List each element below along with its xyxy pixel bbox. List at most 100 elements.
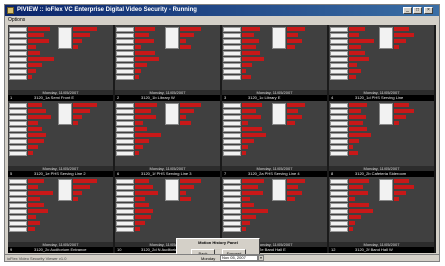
menu-options[interactable]: Options (8, 16, 25, 24)
camera-feed[interactable] (115, 177, 220, 242)
camera-feed[interactable] (222, 101, 327, 166)
time-slot[interactable] (223, 209, 241, 214)
camera-cell[interactable]: Monday, 11/05/2007 8 3120_2b Cafeteria Sid… (329, 101, 434, 177)
time-slot[interactable] (9, 33, 27, 38)
camera-cell[interactable]: Monday, 11/05/2007 7 3120_2a PHS Serving L… (222, 101, 327, 177)
time-slot[interactable] (116, 179, 134, 184)
time-slot[interactable] (330, 63, 348, 68)
camera-cell[interactable]: Monday, 11/05/2007 1 3120_1a Semi Front E (8, 25, 113, 101)
time-slot[interactable] (223, 191, 241, 196)
maximize-button[interactable]: □ (413, 7, 422, 14)
camera-cell[interactable]: Monday, 11/05/2007 4 3120_1d PHS Serving L… (329, 25, 434, 101)
time-slot[interactable] (330, 133, 348, 138)
time-slot[interactable] (9, 103, 27, 108)
camera-feed[interactable] (329, 101, 434, 166)
time-slot[interactable] (9, 185, 27, 190)
time-slot[interactable] (330, 39, 348, 44)
time-slot[interactable] (330, 33, 348, 38)
close-button[interactable]: × (424, 7, 433, 14)
time-slot[interactable] (330, 109, 348, 114)
time-slot[interactable] (9, 227, 27, 232)
time-slot[interactable] (223, 51, 241, 56)
time-slot[interactable] (116, 69, 134, 74)
camera-cell[interactable]: Monday, 11/05/2007 3 3120_1c Library E (222, 25, 327, 101)
time-slot[interactable] (223, 185, 241, 190)
time-slot[interactable] (116, 109, 134, 114)
time-slot[interactable] (223, 57, 241, 62)
time-slot[interactable] (116, 103, 134, 108)
camera-feed[interactable] (8, 25, 113, 90)
time-slot[interactable] (223, 27, 241, 32)
time-slot[interactable] (223, 127, 241, 132)
time-slot[interactable] (9, 127, 27, 132)
time-slot[interactable] (223, 145, 241, 150)
time-slot[interactable] (330, 197, 348, 202)
time-slot[interactable] (9, 69, 27, 74)
time-slot[interactable] (116, 139, 134, 144)
time-slot[interactable] (116, 197, 134, 202)
camera-feed[interactable] (222, 177, 327, 242)
time-slot[interactable] (330, 221, 348, 226)
time-slot[interactable] (116, 203, 134, 208)
time-slot[interactable] (9, 27, 27, 32)
time-slot[interactable] (330, 27, 348, 32)
camera-feed[interactable] (8, 177, 113, 242)
time-slot[interactable] (116, 121, 134, 126)
chevron-down-icon[interactable]: ▼ (258, 255, 264, 261)
time-slot[interactable] (223, 69, 241, 74)
time-slot[interactable] (9, 203, 27, 208)
time-slot[interactable] (330, 139, 348, 144)
time-slot[interactable] (330, 191, 348, 196)
time-slot[interactable] (330, 51, 348, 56)
time-slot[interactable] (330, 115, 348, 120)
time-slot[interactable] (116, 227, 134, 232)
time-slot[interactable] (116, 191, 134, 196)
time-slot[interactable] (330, 75, 348, 80)
time-slot[interactable] (116, 215, 134, 220)
time-slot[interactable] (9, 57, 27, 62)
camera-feed[interactable] (329, 177, 434, 242)
time-slot[interactable] (223, 109, 241, 114)
time-slot[interactable] (116, 209, 134, 214)
time-slot[interactable] (223, 197, 241, 202)
time-slot[interactable] (116, 151, 134, 156)
time-slot[interactable] (330, 185, 348, 190)
time-slot[interactable] (330, 127, 348, 132)
time-slot[interactable] (116, 51, 134, 56)
time-slot[interactable] (9, 179, 27, 184)
time-slot[interactable] (223, 133, 241, 138)
time-slot[interactable] (330, 209, 348, 214)
time-slot[interactable] (330, 57, 348, 62)
time-slot[interactable] (9, 63, 27, 68)
time-slot[interactable] (223, 151, 241, 156)
time-slot[interactable] (9, 151, 27, 156)
time-slot[interactable] (116, 221, 134, 226)
time-slot[interactable] (9, 191, 27, 196)
time-slot[interactable] (116, 115, 134, 120)
time-slot[interactable] (116, 33, 134, 38)
time-slot[interactable] (116, 27, 134, 32)
time-slot[interactable] (330, 151, 348, 156)
camera-cell[interactable]: Monday, 11/05/2007 5 3120_1e PHS Serving L… (8, 101, 113, 177)
time-slot[interactable] (9, 133, 27, 138)
camera-feed[interactable] (115, 25, 220, 90)
date-picker[interactable]: Nov 05, 2007 (220, 255, 258, 261)
time-slot[interactable] (9, 75, 27, 80)
minimize-button[interactable]: _ (403, 7, 412, 14)
time-slot[interactable] (116, 57, 134, 62)
camera-feed[interactable] (329, 25, 434, 90)
camera-cell[interactable]: Monday, 11/05/2007 12 3120_2f Band Hall W (329, 177, 434, 253)
time-slot[interactable] (116, 185, 134, 190)
time-slot[interactable] (330, 203, 348, 208)
time-slot[interactable] (116, 63, 134, 68)
time-slot[interactable] (9, 209, 27, 214)
time-slot[interactable] (223, 39, 241, 44)
time-slot[interactable] (223, 75, 241, 80)
time-slot[interactable] (9, 39, 27, 44)
time-slot[interactable] (9, 45, 27, 50)
camera-feed[interactable] (115, 101, 220, 166)
time-slot[interactable] (223, 215, 241, 220)
time-slot[interactable] (9, 145, 27, 150)
time-slot[interactable] (223, 103, 241, 108)
time-slot[interactable] (116, 39, 134, 44)
